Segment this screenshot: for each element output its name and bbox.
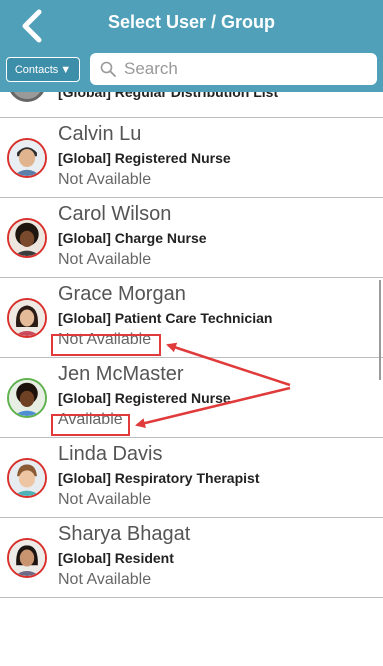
list-item[interactable]: Sharya Bhagat [Global] Resident Not Avai… [0, 518, 383, 598]
contact-list[interactable]: [Global] Regular Distribution List Calvi… [0, 92, 383, 666]
avatar [7, 298, 47, 338]
annotation-box-available [51, 414, 130, 436]
contact-name: Carol Wilson [58, 203, 172, 225]
scrollbar[interactable] [379, 280, 381, 380]
contact-name: Grace Morgan [58, 283, 186, 305]
contact-status: Not Available [58, 171, 152, 188]
page-title: Select User / Group [107, 12, 276, 32]
contact-role: [Global] Registered Nurse [58, 150, 231, 166]
avatar [7, 538, 47, 578]
contact-role: [Global] Respiratory Therapist [58, 470, 260, 486]
search-icon [100, 61, 116, 77]
contact-status: Not Available [58, 571, 152, 588]
list-item[interactable]: Linda Davis [Global] Respiratory Therapi… [0, 438, 383, 518]
contact-name: Linda Davis [58, 443, 163, 465]
list-item[interactable]: Calvin Lu [Global] Registered Nurse Not … [0, 118, 383, 198]
avatar [7, 138, 47, 178]
avatar [8, 92, 46, 102]
contact-role: [Global] Patient Care Technician [58, 310, 273, 326]
nav-header: Select User / Group Contacts ▼ [0, 0, 383, 92]
search-input[interactable] [124, 59, 354, 79]
caret-down-icon: ▼ [60, 63, 72, 76]
search-field[interactable] [90, 53, 377, 85]
contact-role: [Global] Regular Distribution List [58, 92, 279, 100]
list-item-partial[interactable]: [Global] Regular Distribution List [0, 92, 383, 118]
annotation-box-not-available [51, 334, 161, 356]
contact-role: [Global] Resident [58, 550, 174, 566]
contact-name: Calvin Lu [58, 123, 142, 145]
contact-status: Not Available [58, 251, 152, 268]
avatar [7, 218, 47, 258]
contact-name: Jen McMaster [58, 363, 184, 385]
contact-status: Not Available [58, 491, 152, 508]
list-item[interactable]: Carol Wilson [Global] Charge Nurse Not A… [0, 198, 383, 278]
avatar [7, 378, 47, 418]
contacts-filter-dropdown[interactable]: Contacts ▼ [6, 57, 80, 82]
contact-name: Sharya Bhagat [58, 523, 191, 545]
contact-role: [Global] Registered Nurse [58, 390, 231, 406]
avatar [7, 458, 47, 498]
contacts-filter-label: Contacts [14, 63, 59, 76]
contact-role: [Global] Charge Nurse [58, 230, 207, 246]
